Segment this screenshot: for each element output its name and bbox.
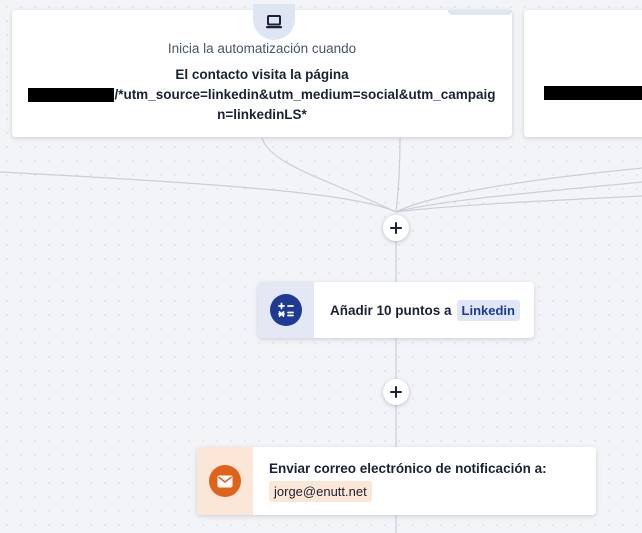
step-icon-panel xyxy=(258,282,314,338)
score-tag: Linkedin xyxy=(456,299,520,321)
email-icon xyxy=(209,465,241,497)
step-content: Añadir 10 puntos a Linkedin xyxy=(314,282,520,338)
recipient-tag: jorge@enutt.net xyxy=(269,481,372,502)
step-email-text: Enviar correo electrónico de notificació… xyxy=(269,461,547,476)
plus-icon xyxy=(390,386,402,398)
trigger-description: El contacto visita la página /*utm_sourc… xyxy=(28,65,496,125)
trigger-card[interactable]: Inicia la automatización cuando El conta… xyxy=(12,4,512,137)
add-points-step[interactable]: Añadir 10 puntos a Linkedin xyxy=(258,282,534,338)
trigger-url-pattern: /*utm_source=linkedin&utm_medium=social&… xyxy=(114,87,496,122)
step-points-text: Añadir 10 puntos a xyxy=(330,302,452,318)
send-notification-step[interactable]: Enviar correo electrónico de notificació… xyxy=(197,447,596,515)
laptop-icon xyxy=(253,4,295,40)
plus-icon xyxy=(390,222,402,234)
calculator-icon xyxy=(270,294,302,326)
add-step-button[interactable] xyxy=(383,379,409,405)
trigger-condition: El contacto visita la página xyxy=(175,67,349,82)
step-icon-panel xyxy=(197,447,253,515)
redacted-url-block xyxy=(28,88,115,103)
trigger-card-secondary[interactable] xyxy=(524,10,642,137)
add-step-button[interactable] xyxy=(383,215,409,241)
redacted-text-block xyxy=(544,86,642,100)
step-content: Enviar correo electrónico de notificació… xyxy=(253,447,547,515)
trigger-label: Inicia la automatización cuando xyxy=(167,41,357,56)
trigger-card-tab xyxy=(448,10,512,15)
